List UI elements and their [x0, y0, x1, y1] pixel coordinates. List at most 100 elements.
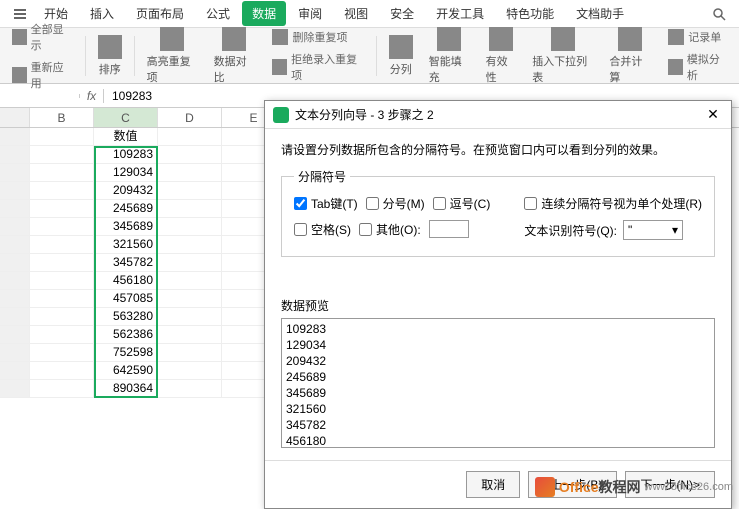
cell[interactable]: [30, 344, 94, 362]
cell[interactable]: 129034: [94, 164, 158, 182]
cell-header[interactable]: 数值: [94, 128, 158, 146]
record-form-button[interactable]: 记录单: [664, 27, 731, 47]
simulate-button[interactable]: 模拟分析: [664, 49, 731, 85]
space-checkbox[interactable]: 空格(S): [294, 221, 351, 238]
cell[interactable]: [158, 218, 222, 236]
row-header[interactable]: [0, 236, 30, 254]
cell[interactable]: [158, 362, 222, 380]
cell[interactable]: [30, 218, 94, 236]
row-header[interactable]: [0, 254, 30, 272]
menu-layout[interactable]: 页面布局: [126, 1, 194, 26]
cell[interactable]: 209432: [94, 182, 158, 200]
row-header[interactable]: [0, 272, 30, 290]
menu-view[interactable]: 视图: [334, 1, 378, 26]
cell[interactable]: 456180: [94, 272, 158, 290]
cell[interactable]: [30, 290, 94, 308]
data-compare-button[interactable]: 数据对比: [208, 25, 261, 87]
row-header[interactable]: [0, 362, 30, 380]
menu-review[interactable]: 审阅: [288, 1, 332, 26]
cell[interactable]: 457085: [94, 290, 158, 308]
row-header[interactable]: [0, 200, 30, 218]
consecutive-checkbox[interactable]: 连续分隔符号视为单个处理(R): [524, 195, 702, 212]
col-header-d[interactable]: D: [158, 108, 222, 127]
dialog-titlebar[interactable]: 文本分列向导 - 3 步骤之 2 ✕: [265, 101, 731, 129]
row-header[interactable]: [0, 380, 30, 398]
semicolon-checkbox[interactable]: 分号(M): [366, 195, 425, 212]
cell[interactable]: [158, 290, 222, 308]
cell[interactable]: 890364: [94, 380, 158, 398]
menu-devtools[interactable]: 开发工具: [426, 1, 494, 26]
filter-showall-button[interactable]: 全部显示: [8, 19, 75, 55]
row-header[interactable]: [0, 308, 30, 326]
row-header[interactable]: [0, 128, 30, 146]
select-all-corner[interactable]: [0, 108, 30, 127]
cell[interactable]: 321560: [94, 236, 158, 254]
cell[interactable]: [158, 164, 222, 182]
cell[interactable]: [30, 380, 94, 398]
row-header[interactable]: [0, 218, 30, 236]
cell[interactable]: [158, 128, 222, 146]
menu-security[interactable]: 安全: [380, 1, 424, 26]
menu-dochelper[interactable]: 文档助手: [566, 1, 634, 26]
cell[interactable]: [158, 182, 222, 200]
other-checkbox[interactable]: 其他(O):: [359, 221, 421, 238]
cell[interactable]: 752598: [94, 344, 158, 362]
cancel-button[interactable]: 取消: [466, 471, 520, 498]
cell[interactable]: [30, 164, 94, 182]
smart-fill-button[interactable]: 智能填充: [423, 25, 476, 87]
cell[interactable]: 345782: [94, 254, 158, 272]
cell[interactable]: [30, 128, 94, 146]
sort-button[interactable]: 排序: [92, 33, 128, 79]
cell[interactable]: [30, 326, 94, 344]
cell[interactable]: [30, 308, 94, 326]
cell[interactable]: [158, 344, 222, 362]
menu-formula[interactable]: 公式: [196, 1, 240, 26]
row-header[interactable]: [0, 182, 30, 200]
cell[interactable]: [158, 308, 222, 326]
row-header[interactable]: [0, 326, 30, 344]
cell[interactable]: [30, 272, 94, 290]
comma-checkbox[interactable]: 逗号(C): [433, 195, 491, 212]
name-box[interactable]: [0, 94, 80, 98]
cell[interactable]: [30, 254, 94, 272]
tab-checkbox[interactable]: Tab键(T): [294, 195, 358, 212]
cell[interactable]: [30, 182, 94, 200]
cell[interactable]: [30, 146, 94, 164]
text-to-columns-button[interactable]: 分列: [383, 33, 419, 79]
menu-special[interactable]: 特色功能: [496, 1, 564, 26]
delete-dup-button[interactable]: 删除重复项: [268, 27, 365, 47]
next-button[interactable]: 下一步(N)>: [625, 471, 715, 498]
row-header[interactable]: [0, 344, 30, 362]
text-qualifier-select[interactable]: " ▾: [623, 220, 683, 240]
close-button[interactable]: ✕: [703, 106, 723, 123]
cell[interactable]: [158, 272, 222, 290]
col-header-b[interactable]: B: [30, 108, 94, 127]
validation-button[interactable]: 有效性: [480, 25, 523, 87]
col-header-c[interactable]: C: [94, 108, 158, 127]
cell[interactable]: 562386: [94, 326, 158, 344]
cell[interactable]: 109283: [94, 146, 158, 164]
cell[interactable]: 345689: [94, 218, 158, 236]
cell[interactable]: [158, 380, 222, 398]
highlight-dup-button[interactable]: 高亮重复项: [141, 25, 204, 87]
cell[interactable]: 642590: [94, 362, 158, 380]
cell[interactable]: [158, 200, 222, 218]
row-header[interactable]: [0, 290, 30, 308]
filter-reapply-button[interactable]: 重新应用: [8, 57, 75, 93]
row-header[interactable]: [0, 164, 30, 182]
cell[interactable]: [30, 362, 94, 380]
cell[interactable]: [158, 326, 222, 344]
cell[interactable]: [158, 146, 222, 164]
reject-dup-button[interactable]: 拒绝录入重复项: [268, 49, 365, 85]
cell[interactable]: 245689: [94, 200, 158, 218]
cell[interactable]: [30, 200, 94, 218]
cell[interactable]: [30, 236, 94, 254]
cell[interactable]: [158, 254, 222, 272]
back-button[interactable]: <上一步(B): [528, 471, 617, 498]
menu-insert[interactable]: 插入: [80, 1, 124, 26]
search-icon[interactable]: [707, 2, 731, 26]
menu-data[interactable]: 数据: [242, 1, 286, 26]
consolidate-button[interactable]: 合并计算: [603, 25, 656, 87]
preview-box[interactable]: 109283 129034 209432 245689 345689 32156…: [281, 318, 715, 448]
insert-dropdown-button[interactable]: 插入下拉列表: [526, 25, 599, 87]
